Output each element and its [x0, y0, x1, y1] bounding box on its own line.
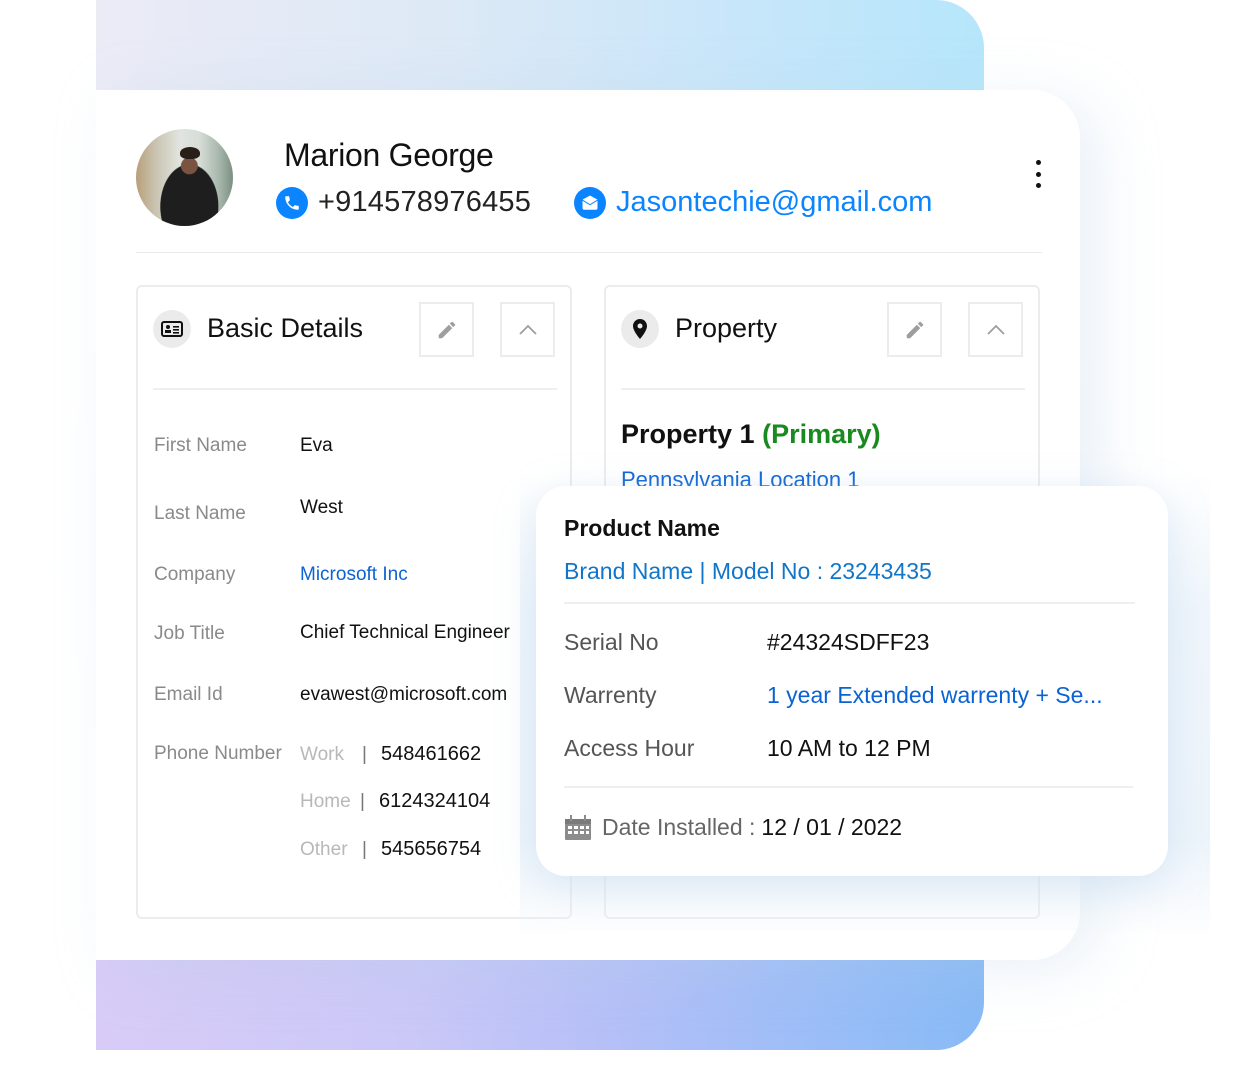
product-model-link[interactable]: Brand Name | Model No : 23243435 — [564, 558, 932, 585]
product-divider — [564, 602, 1135, 604]
first-name-value: Eva — [300, 435, 333, 456]
phone-number-work: 548461662 — [381, 743, 482, 765]
product-field-label: Warrenty — [564, 682, 657, 708]
panel-title: Basic Details — [207, 313, 364, 343]
contact-phone[interactable]: +914578976455 — [276, 186, 531, 219]
product-card: Product Name Brand Name | Model No : 232… — [536, 486, 1168, 876]
serial-number-value: #24324SDFF23 — [767, 629, 930, 655]
date-installed-row: Date Installed : 12 / 01 / 2022 — [564, 814, 902, 841]
property-heading: Property 1 (Primary) — [621, 419, 881, 450]
phone-number-home: 6124324104 — [379, 790, 491, 812]
kebab-dot — [1035, 183, 1041, 188]
product-field-label: Serial No — [564, 629, 659, 655]
phone-separator: | — [360, 791, 365, 812]
pencil-icon — [906, 321, 923, 338]
pencil-icon — [438, 321, 455, 338]
avatar — [136, 129, 233, 226]
product-field-label: Access Hour — [564, 735, 695, 761]
last-name-value: West — [300, 497, 343, 518]
phone-number: +914578976455 — [318, 186, 532, 218]
field-label: Last Name — [154, 503, 246, 524]
phone-number-other: 545656754 — [381, 838, 482, 860]
date-installed-value: 12 / 01 / 2022 — [761, 814, 903, 840]
contact-email[interactable]: Jasontechie@gmail.com — [574, 186, 932, 219]
mail-icon — [574, 186, 606, 219]
phone-separator: | — [362, 839, 367, 860]
more-options-button[interactable] — [1030, 160, 1046, 188]
phone-icon — [276, 186, 308, 219]
chevron-up-icon — [986, 324, 1005, 335]
field-label: First Name — [154, 435, 247, 456]
panel-divider — [153, 388, 557, 390]
field-label: Job Title — [154, 623, 225, 644]
phone-type-home: Home — [300, 791, 351, 812]
email-link[interactable]: Jasontechie@gmail.com — [616, 186, 932, 219]
company-link[interactable]: Microsoft Inc — [300, 564, 408, 586]
panel-title: Property — [675, 313, 778, 343]
field-label: Phone Number — [154, 743, 282, 764]
id-card-icon — [153, 310, 191, 348]
contact-name: Marion George — [284, 137, 494, 173]
kebab-dot — [1035, 171, 1041, 177]
date-installed-label: Date Installed : — [602, 814, 756, 840]
job-title-value: Chief Technical Engineer — [300, 622, 510, 643]
header-divider — [136, 252, 1042, 253]
warranty-link[interactable]: 1 year Extended warrenty + Se... — [767, 682, 1103, 709]
edit-property-button[interactable] — [887, 302, 942, 357]
edit-basic-details-button[interactable] — [419, 302, 474, 357]
calendar-icon — [565, 814, 591, 840]
product-name: Product Name — [564, 515, 720, 541]
basic-details-panel: Basic Details First Name Eva Last Name W… — [136, 285, 572, 919]
property-name: Property 1 — [621, 419, 755, 449]
field-label: Email Id — [154, 684, 223, 705]
phone-separator: | — [362, 744, 367, 765]
collapse-property-button[interactable] — [968, 302, 1023, 357]
chevron-up-icon — [518, 324, 537, 335]
phone-type-other: Other — [300, 839, 348, 860]
email-id-value: evawest@microsoft.com — [300, 684, 508, 705]
collapse-basic-details-button[interactable] — [500, 302, 555, 357]
field-label: Company — [154, 564, 236, 585]
primary-badge: (Primary) — [762, 419, 881, 449]
product-divider — [564, 786, 1133, 788]
kebab-dot — [1035, 160, 1041, 165]
access-hour-value: 10 AM to 12 PM — [767, 735, 931, 761]
phone-type-work: Work — [300, 744, 344, 765]
panel-divider — [621, 388, 1025, 390]
location-pin-icon — [621, 310, 659, 348]
